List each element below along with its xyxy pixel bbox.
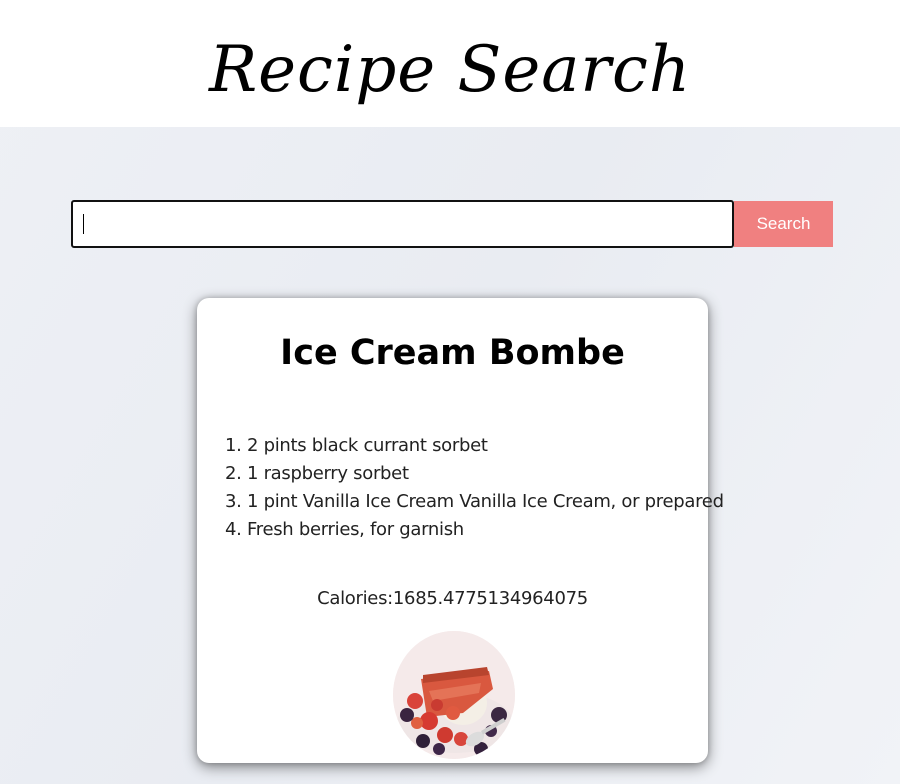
ingredient-item: 2. 1 raspberry sorbet [225,463,409,484]
ingredient-list: 1. 2 pints black currant sorbet 2. 1 ras… [225,432,724,544]
recipe-card: Ice Cream Bombe 1. 2 pints black currant… [197,298,724,763]
search-bar: Search [71,200,833,248]
calories-text: Calories:1685.4775134964075 [317,588,588,609]
ingredient-item: 4. Fresh berries, for garnish [225,519,464,540]
app-title: Recipe Search [208,33,692,107]
text-cursor [83,214,84,234]
dessert-photo-icon [393,631,515,759]
recipe-image [393,631,515,759]
ingredient-item: 1. 2 pints black currant sorbet [225,435,488,456]
search-input[interactable] [71,200,734,248]
header: Recipe Search [0,0,900,127]
ingredient-item: 3. 1 pint Vanilla Ice Cream Vanilla Ice … [225,491,724,512]
search-button[interactable]: Search [734,201,833,247]
recipe-title: Ice Cream Bombe [280,333,625,373]
